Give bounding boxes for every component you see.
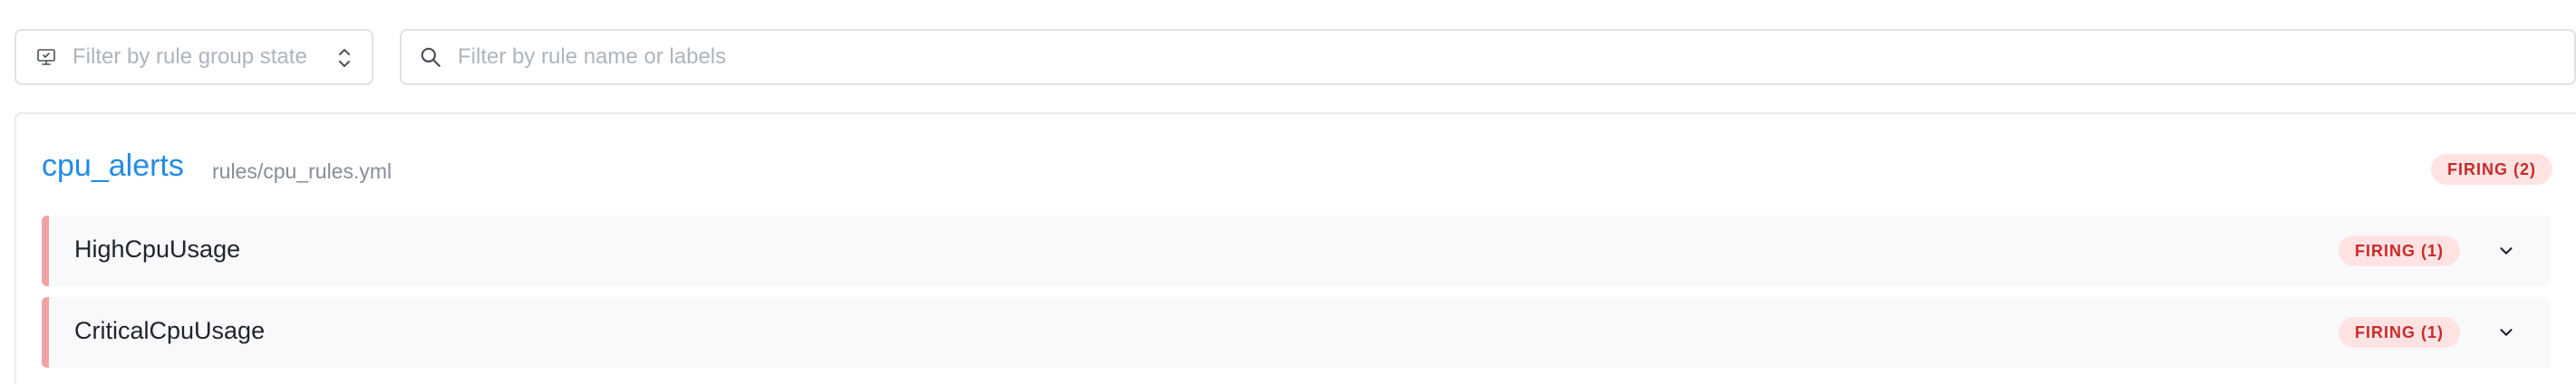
chevron-down-icon[interactable] — [2494, 239, 2518, 263]
rule-state-accent — [42, 297, 49, 368]
rule-row-critical-cpu-usage[interactable]: CriticalCpuUsage FIRING (1) — [42, 297, 2551, 368]
rule-name: HighCpuUsage — [74, 235, 241, 263]
filter-bar: Filter by rule group state — [15, 29, 2576, 87]
rule-group-file: rules/cpu_rules.yml — [212, 159, 392, 183]
rule-group-header: cpu_alerts rules/cpu_rules.yml FIRING (2… — [42, 149, 2552, 194]
page: Filter by rule group state cpu_alerts ru… — [0, 0, 2576, 384]
rule-name: CriticalCpuUsage — [74, 317, 266, 344]
chevron-down-icon[interactable] — [2494, 321, 2518, 344]
rule-status-badge: FIRING (1) — [2339, 317, 2460, 348]
rule-row-high-cpu-usage[interactable]: HighCpuUsage FIRING (1) — [42, 216, 2551, 286]
rule-group-state-placeholder: Filter by rule group state — [73, 44, 307, 69]
rule-search-input[interactable] — [456, 43, 2454, 71]
rule-search-field — [400, 29, 2576, 85]
rule-group-state-select[interactable]: Filter by rule group state — [15, 29, 373, 85]
rule-group-card: cpu_alerts rules/cpu_rules.yml FIRING (2… — [15, 112, 2576, 384]
monitor-icon — [34, 45, 58, 69]
selector-chevrons-icon — [335, 45, 353, 71]
rule-status-badge: FIRING (1) — [2339, 235, 2460, 266]
rule-group-name[interactable]: cpu_alerts — [42, 149, 184, 184]
rule-state-accent — [42, 216, 49, 286]
rule-group-status-badge: FIRING (2) — [2431, 154, 2552, 185]
search-icon — [418, 44, 443, 70]
